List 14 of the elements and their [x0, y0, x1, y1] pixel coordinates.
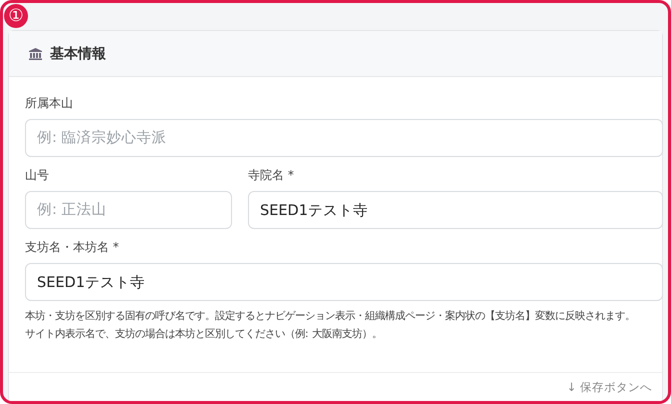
- input-field[interactable]: SEED1テスト寺: [25, 263, 663, 301]
- help-text: 本坊・支坊を区別する固有の呼び名です。設定するとナビゲーション表示・組織構成ページ・案内状の【支坊名】変数に反映されます。: [25, 309, 636, 323]
- step-number-badge: ①: [4, 4, 28, 28]
- section-title: 基本情報: [50, 44, 106, 62]
- input-field[interactable]: SEED1テスト寺: [248, 191, 663, 229]
- field-label: 山号: [25, 167, 50, 184]
- field-label: 寺院名 *: [248, 167, 295, 184]
- save-button-link[interactable]: ↓ 保存ボタンへ: [566, 380, 652, 394]
- help-text: サイト内表示名で、支坊の場合は本坊と区別してください（例: 大阪南支坊）。: [25, 327, 383, 341]
- field-label: 支坊名・本坊名 *: [25, 239, 120, 256]
- field-label: 所属本山: [25, 95, 74, 112]
- input-field[interactable]: 例: 臨済宗妙心寺派: [25, 119, 663, 157]
- building-icon: [29, 48, 42, 60]
- input-field[interactable]: 例: 正法山: [25, 191, 232, 229]
